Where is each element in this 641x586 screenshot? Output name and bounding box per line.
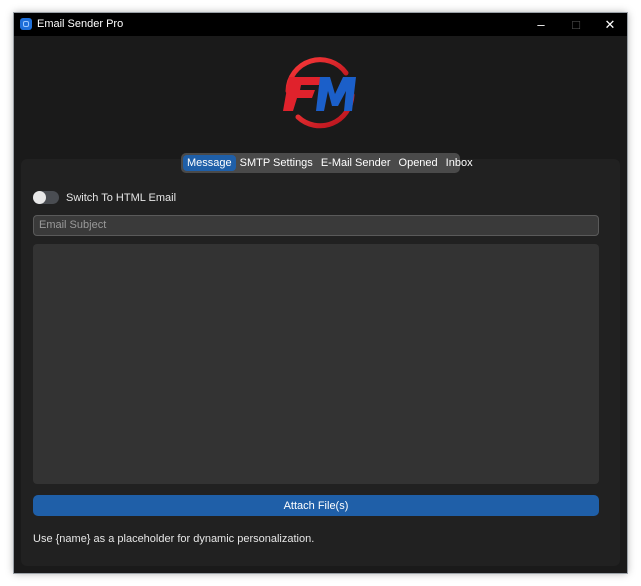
app-window-icon xyxy=(20,18,32,30)
email-subject-input[interactable]: Email Subject xyxy=(33,215,599,236)
fm-logo xyxy=(283,57,356,129)
tab-inbox[interactable]: Inbox xyxy=(442,155,477,171)
app-window: Email Sender Pro – □ ✕ Message SMTP Sett… xyxy=(14,13,627,573)
toggle-knob xyxy=(33,191,46,204)
personalization-hint: Use {name} as a placeholder for dynamic … xyxy=(33,533,315,545)
tab-opened[interactable]: Opened xyxy=(395,155,442,171)
tab-email-sender[interactable]: E-Mail Sender xyxy=(317,155,395,171)
window-title: Email Sender Pro xyxy=(37,18,124,30)
html-email-switch-row: Switch To HTML Email xyxy=(33,191,176,204)
email-body-textarea[interactable] xyxy=(33,244,599,484)
logo-letter-f xyxy=(283,77,322,111)
tab-smtp-settings[interactable]: SMTP Settings xyxy=(236,155,317,171)
title-bar[interactable]: Email Sender Pro – □ ✕ xyxy=(14,13,627,36)
attach-files-button[interactable]: Attach File(s) xyxy=(33,495,599,516)
maximize-button[interactable]: □ xyxy=(559,13,593,36)
tab-message[interactable]: Message xyxy=(183,155,236,171)
logo-letter-m xyxy=(316,77,356,111)
minimize-button[interactable]: – xyxy=(524,13,558,36)
html-email-toggle-label: Switch To HTML Email xyxy=(66,191,177,204)
html-email-toggle[interactable] xyxy=(33,191,59,204)
tab-bar: Message SMTP Settings E-Mail Sender Open… xyxy=(181,153,473,173)
close-button[interactable]: ✕ xyxy=(593,13,627,36)
